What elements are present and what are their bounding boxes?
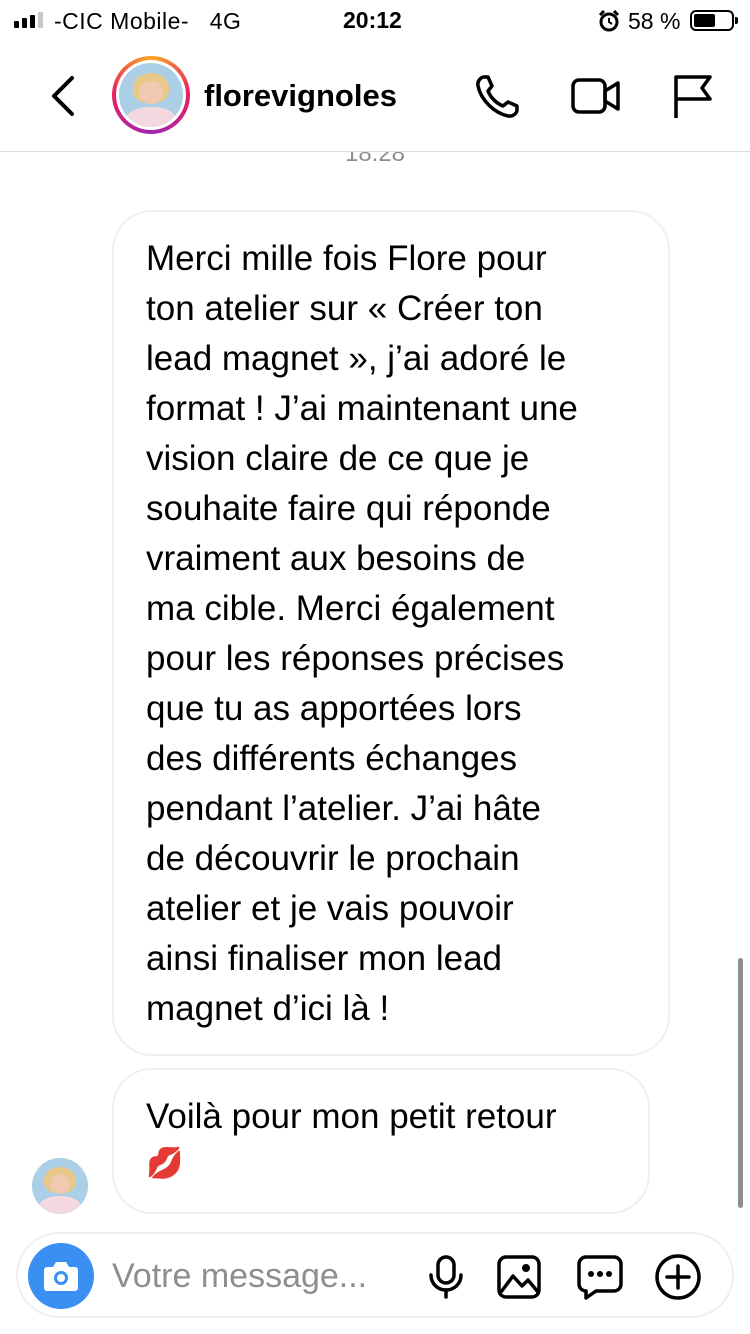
alarm-icon [598,9,620,32]
chat-username[interactable]: florevignoles [204,78,397,114]
message-bubble[interactable]: Voilà pour mon petit retour 💋 [112,1068,650,1214]
status-bar: -CIC Mobile- 4G 20:12 58 % [0,0,750,40]
message-line: Voilà pour mon petit retour [146,1097,557,1136]
video-camera-icon[interactable] [570,72,622,120]
message-line: lead magnet », j’ai adoré le [146,339,567,378]
sender-avatar[interactable] [32,1158,88,1214]
message-line: format ! J’ai maintenant une [146,389,578,428]
message-line: vision claire de ce que je [146,439,530,478]
carrier-label: -CIC Mobile- 4G [54,8,242,34]
chat-bubble-icon[interactable] [576,1254,624,1300]
message-line: ma cible. Merci également [146,589,555,628]
battery-icon [690,10,738,31]
message-composer [16,1232,734,1318]
message-line: des différents échanges [146,739,518,778]
phone-icon[interactable] [472,72,522,122]
message-line: vraiment aux besoins de [146,539,526,578]
message-line: atelier et je vais pouvoir [146,889,514,928]
back-chevron-icon[interactable] [44,74,84,118]
kiss-mark-emoji: 💋 [146,1147,184,1180]
message-bubble[interactable]: Merci mille fois Flore pour ton atelier … [112,210,670,1056]
message-line: ton atelier sur « Créer ton [146,289,543,328]
message-line: souhaite faire qui réponde [146,489,551,528]
microphone-icon[interactable] [424,1254,468,1300]
camera-button[interactable] [28,1243,94,1309]
battery-percentage: 58 % [628,8,681,34]
avatar-photo [119,63,183,127]
message-line: pour les réponses précises [146,639,565,678]
flag-icon[interactable] [670,72,716,122]
message-input[interactable] [112,1252,412,1300]
message-line: magnet d’ici là ! [146,989,390,1028]
profile-avatar[interactable] [112,56,190,134]
image-gallery-icon[interactable] [496,1254,542,1300]
message-line: Merci mille fois Flore pour [146,239,547,278]
status-time: 20:12 [343,7,402,33]
plus-circle-icon[interactable] [654,1254,702,1302]
message-line: de découvrir le prochain [146,839,520,878]
signal-strength-icon [14,12,43,28]
message-line: ainsi finaliser mon lead [146,939,503,978]
message-line: pendant l’atelier. J’ai hâte [146,789,541,828]
chat-header: florevignoles [0,40,750,152]
scrollbar[interactable] [738,958,743,1208]
message-line: que tu as apportées lors [146,689,522,728]
camera-icon [44,1262,78,1291]
